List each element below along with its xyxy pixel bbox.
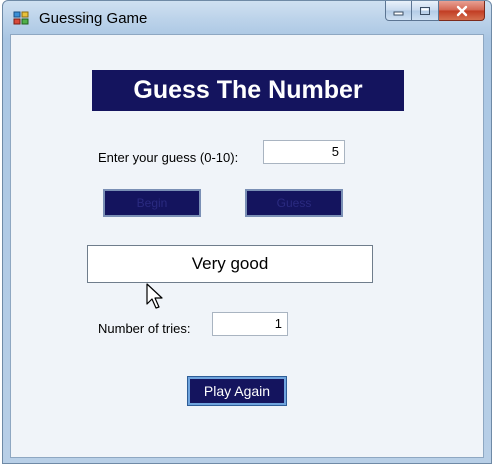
play-again-button[interactable]: Play Again <box>187 376 287 406</box>
result-display: Very good <box>87 245 373 283</box>
form-body: Guess The Number Enter your guess (0-10)… <box>10 34 484 458</box>
caption-buttons <box>385 1 485 21</box>
tries-label: Number of tries: <box>98 321 191 336</box>
form-icon <box>13 11 29 25</box>
window-title: Guessing Game <box>39 10 148 27</box>
begin-button[interactable]: Begin <box>103 189 201 217</box>
page-title: Guess The Number <box>92 70 404 111</box>
minimize-icon <box>393 11 403 15</box>
guess-button[interactable]: Guess <box>245 189 343 217</box>
close-icon <box>456 5 467 16</box>
app-window: Guessing Game Guess The Number Enter you… <box>2 0 492 464</box>
title-bar[interactable]: Guessing Game <box>3 1 491 34</box>
maximize-icon <box>420 6 430 15</box>
close-button[interactable] <box>439 1 485 21</box>
minimize-button[interactable] <box>385 1 412 21</box>
maximize-button[interactable] <box>412 1 439 21</box>
guess-input[interactable]: 5 <box>263 140 345 164</box>
mouse-pointer-icon <box>146 283 163 309</box>
tries-field: 1 <box>212 312 288 336</box>
guess-label: Enter your guess (0-10): <box>98 150 239 165</box>
